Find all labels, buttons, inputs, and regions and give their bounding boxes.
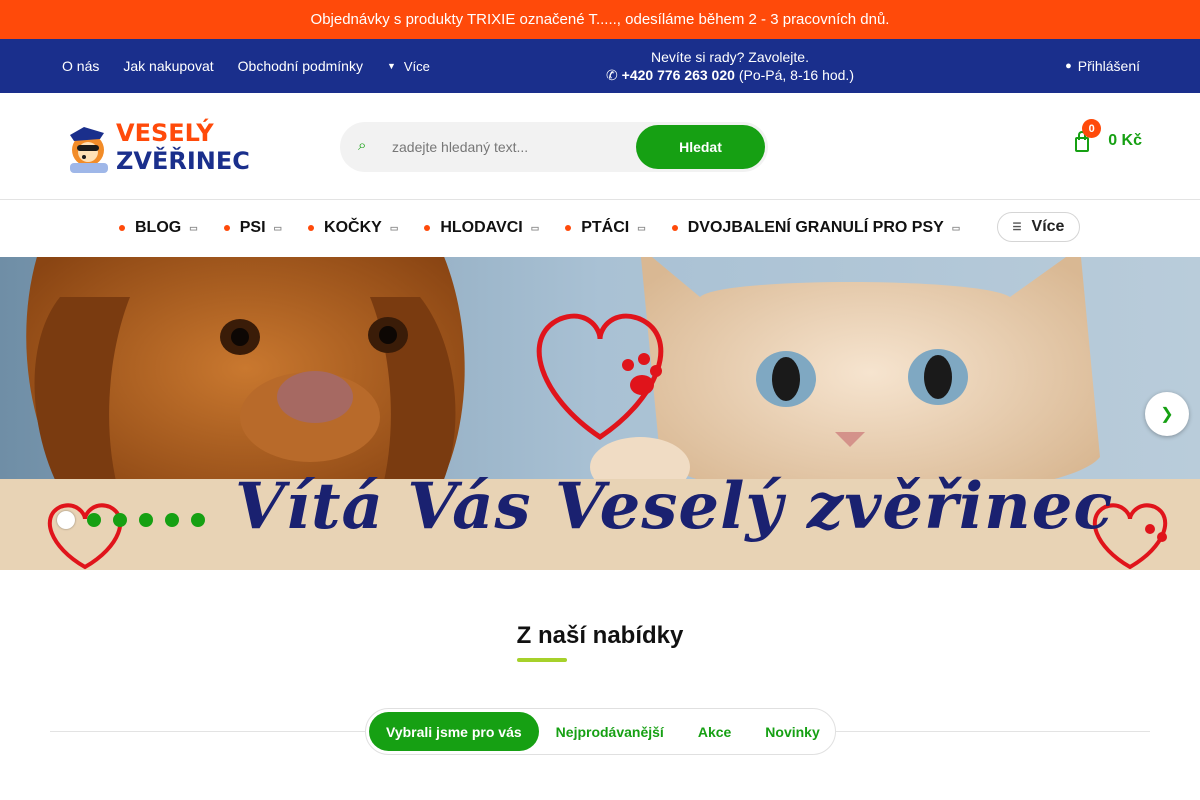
phone-icon: ✆ — [606, 67, 618, 83]
tab-selected-for-you[interactable]: Vybrali jsme pro vás — [369, 712, 539, 751]
slider-dot[interactable] — [139, 513, 153, 527]
category-label: DVOJBALENÍ GRANULÍ PRO PSY — [687, 219, 944, 236]
chevron-down-icon: ▭ — [530, 222, 540, 233]
category-label: BLOG — [135, 219, 182, 236]
title-underline — [517, 658, 567, 662]
chevron-down-icon: ▭ — [189, 222, 198, 233]
slider-dot[interactable] — [57, 511, 75, 529]
offer-tabs: Vybrali jsme pro vás Nejprodávanější Akc… — [365, 708, 836, 755]
category-rodents[interactable]: HLODAVCI ▭ — [424, 219, 539, 237]
category-label: PTÁCI — [581, 219, 630, 236]
top-links: O nás Jak nakupovat Obchodní podmínky ▼ … — [62, 39, 430, 93]
hero-banner[interactable]: Vítá Vás Veselý zvěřinec ❯ — [0, 257, 1200, 570]
bullet-icon — [671, 225, 678, 231]
top-more-label: Více — [403, 58, 430, 74]
category-more-button[interactable]: ☰ Více — [997, 212, 1080, 242]
shopping-bag-icon: 0 — [1074, 119, 1102, 152]
chevron-down-icon: ▭ — [951, 222, 961, 233]
category-more-label: Více — [1031, 218, 1065, 235]
bullet-icon — [565, 225, 572, 231]
category-birds[interactable]: PTÁCI ▭ — [565, 219, 646, 237]
chevron-down-icon: ▭ — [389, 222, 399, 233]
tab-bestsellers[interactable]: Nejprodávanější — [539, 712, 681, 751]
search-input[interactable] — [392, 134, 622, 160]
announcement-text: Objednávky s produkty TRIXIE označené T.… — [310, 11, 890, 28]
cart-total: 0 Kč — [1108, 132, 1142, 149]
category-dog-food-double-pack[interactable]: DVOJBALENÍ GRANULÍ PRO PSY ▭ — [671, 219, 961, 237]
search-button[interactable]: Hledat — [636, 125, 765, 169]
category-items: BLOG ▭ PSI ▭ KOČKY ▭ HLODAVCI ▭ PTÁCI ▭ … — [119, 200, 986, 256]
category-dogs[interactable]: PSI ▭ — [223, 219, 283, 237]
login-link[interactable]: ● Přihlášení — [1065, 39, 1140, 93]
category-label: PSI — [239, 219, 266, 236]
chevron-down-icon: ▭ — [273, 222, 283, 233]
logo-dog-mascot — [70, 127, 108, 173]
top-more-menu[interactable]: ▼ Více — [387, 59, 430, 74]
bullet-icon — [308, 225, 315, 231]
cart-count-badge: 0 — [1082, 119, 1102, 138]
top-link-terms[interactable]: Obchodní podmínky — [238, 58, 363, 74]
cat-illustration — [590, 257, 1100, 499]
bullet-icon — [119, 225, 125, 231]
announcement-bar: Objednávky s produkty TRIXIE označené T.… — [0, 0, 1200, 39]
category-label: KOČKY — [324, 219, 382, 236]
phone-line: ✆ +420 776 263 020 (Po-Pá, 8-16 hod.) — [540, 66, 920, 84]
site-logo[interactable]: VESELÝ ZVĚŘINEC — [62, 117, 280, 175]
offer-section: Z naší nabídky Vybrali jsme pro vás Nejp… — [0, 570, 1200, 800]
menu-icon: ☰ — [1012, 221, 1022, 233]
login-label: Přihlášení — [1077, 58, 1140, 74]
user-icon: ● — [1065, 60, 1072, 72]
top-link-about[interactable]: O nás — [62, 58, 99, 74]
section-title: Z naší nabídky — [516, 622, 684, 649]
chevron-down-icon: ▼ — [386, 61, 396, 71]
search-bar: ⌕ Hledat — [340, 122, 768, 172]
search-icon: ⌕ — [358, 137, 367, 154]
category-navigation: BLOG ▭ PSI ▭ KOČKY ▭ HLODAVCI ▭ PTÁCI ▭ … — [0, 200, 1200, 256]
cart[interactable]: 0 0 Kč — [1074, 119, 1142, 152]
chevron-down-icon: ▭ — [637, 222, 646, 233]
logo-line-1: VESELÝ — [116, 117, 214, 147]
logo-line-2: ZVĚŘINEC — [116, 146, 250, 175]
slider-dot[interactable] — [87, 513, 101, 527]
slider-dots — [57, 511, 205, 529]
phone-hours: (Po-Pá, 8-16 hod.) — [738, 67, 854, 83]
bullet-icon — [223, 225, 230, 231]
top-navigation: O nás Jak nakupovat Obchodní podmínky ▼ … — [0, 39, 1200, 93]
chevron-right-icon: ❯ — [1160, 406, 1174, 423]
top-link-how-to-buy[interactable]: Jak nakupovat — [123, 58, 213, 74]
category-label: HLODAVCI — [440, 219, 523, 236]
help-contact: Nevíte si rady? Zavolejte. ✆ +420 776 26… — [540, 48, 920, 84]
phone-number[interactable]: +420 776 263 020 — [622, 67, 735, 83]
tab-sale[interactable]: Akce — [681, 712, 748, 751]
site-header: VESELÝ ZVĚŘINEC ⌕ Hledat 0 0 Kč — [0, 93, 1200, 200]
slider-dot[interactable] — [113, 513, 127, 527]
help-text: Nevíte si rady? Zavolejte. — [651, 49, 809, 65]
banner-caption: Vítá Vás Veselý zvěřinec — [235, 469, 1114, 544]
slider-dot[interactable] — [165, 513, 179, 527]
bullet-icon — [424, 225, 431, 231]
slider-dot[interactable] — [191, 513, 205, 527]
slider-next-button[interactable]: ❯ — [1145, 392, 1189, 436]
category-cats[interactable]: KOČKY ▭ — [308, 219, 398, 237]
category-blog[interactable]: BLOG ▭ — [119, 219, 198, 237]
tab-new[interactable]: Novinky — [748, 712, 836, 751]
